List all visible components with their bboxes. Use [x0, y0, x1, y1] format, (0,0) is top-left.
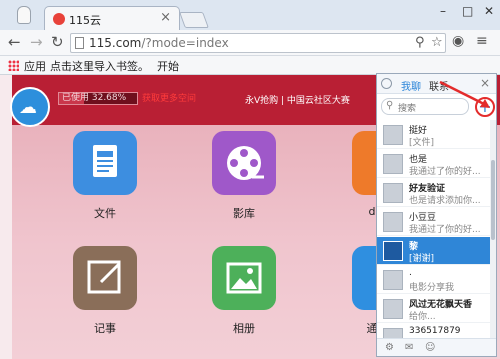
status-icon[interactable] [381, 78, 392, 89]
app-notes[interactable]: 记事 [73, 246, 137, 336]
app-label: 记事 [94, 322, 116, 335]
storage-usage-bar: 已使用 32.68% [58, 92, 138, 105]
extension-icon[interactable]: ◉ [452, 33, 464, 49]
conversation-item[interactable]: 黎 [谢谢] [377, 237, 490, 265]
chat-footer: ⚙ ✉ ☺ [377, 338, 496, 356]
conversation-preview: 也是请求添加你... [409, 196, 481, 206]
address-bar[interactable]: 115.com/?mode=index ⚲ ☆ [70, 33, 446, 53]
minimize-icon[interactable]: – [440, 4, 446, 18]
annotation-arrow [439, 80, 490, 108]
avatar [383, 299, 403, 319]
upgrade-link[interactable]: 获取更多空间 [142, 91, 196, 104]
bookmark-apps[interactable]: 应用 [24, 58, 46, 74]
bookmark-star-icon[interactable]: ☆ [431, 35, 443, 50]
profile-icon[interactable] [17, 6, 31, 24]
conversation-name: . [409, 268, 412, 278]
conversation-item[interactable]: 挺好 [文件] [377, 121, 490, 149]
scroll-thumb[interactable] [491, 160, 495, 240]
new-tab-button[interactable] [179, 12, 209, 28]
settings-icon[interactable]: ⚙ [385, 342, 394, 353]
conversation-preview: 给你... [409, 312, 436, 322]
bookmark-import[interactable]: 点击这里导入书签。 [50, 58, 149, 74]
app-files[interactable]: 文件 [73, 131, 137, 221]
conversation-preview: [谢谢] [409, 254, 435, 264]
film-reel-icon [212, 131, 276, 195]
storage-usage-text: 已使用 32.68% [62, 93, 127, 103]
tab-title: 115云 [69, 14, 101, 27]
forward-icon[interactable]: → [30, 33, 43, 51]
search-icon: ⚲ [386, 100, 394, 111]
conversation-preview: 我通过了你的好... [409, 225, 481, 235]
picture-icon [212, 246, 276, 310]
url-host: 115.com [89, 36, 142, 50]
chat-scrollbar[interactable] [490, 120, 496, 356]
bookmark-start[interactable]: 开始 [157, 58, 179, 74]
avatar [383, 154, 403, 174]
conversation-item[interactable]: 好友验证 也是请求添加你... [377, 179, 490, 207]
left-decoration [0, 75, 12, 359]
url-path: /?mode=index [141, 36, 229, 50]
avatar [383, 270, 403, 290]
close-window-icon[interactable]: ✕ [484, 4, 494, 18]
page-icon [75, 37, 84, 49]
group-icon[interactable]: ☺ [425, 342, 435, 353]
zoom-icon[interactable]: ⚲ [415, 35, 425, 50]
tab-close-icon[interactable]: × [160, 10, 171, 25]
conversation-preview: [文件] [409, 138, 435, 148]
promo-banner[interactable]: 永V抢购 | 中国云社区大赛 [245, 93, 350, 106]
tab-mine[interactable]: 我聊 [401, 78, 421, 93]
conversation-item[interactable]: 也是 我通过了你的好... [377, 150, 490, 178]
avatar [383, 125, 403, 145]
browser-titlebar: 115云 × – □ ✕ [0, 0, 500, 30]
browser-toolbar: ← → ↻ 115.com/?mode=index ⚲ ☆ ◉ ≡ [0, 30, 500, 56]
tab-favicon-icon [53, 13, 65, 25]
avatar [383, 241, 403, 261]
reload-icon[interactable]: ↻ [51, 33, 64, 51]
app-label: 相册 [233, 322, 255, 335]
app-photos[interactable]: 相册 [212, 246, 276, 336]
conversation-preview: 我通过了你的好... [409, 167, 481, 177]
browser-tab[interactable]: 115云 × [44, 6, 180, 30]
url-text: 115.com/?mode=index [89, 36, 229, 50]
notepad-icon [73, 246, 137, 310]
menu-icon[interactable]: ≡ [476, 33, 488, 49]
conversation-item[interactable]: . 电影分享我 [377, 266, 490, 294]
app-movies[interactable]: 影库 [212, 131, 276, 221]
apps-grid-icon[interactable] [8, 60, 19, 71]
message-icon[interactable]: ✉ [405, 342, 413, 353]
search-placeholder: 搜索 [398, 104, 417, 114]
app-label: 影库 [233, 207, 255, 220]
back-icon[interactable]: ← [8, 33, 21, 51]
avatar [383, 212, 403, 232]
chat-panel: 我聊 联系 × ⚲ 搜索 + 挺好[文件]也是我通过了你的好...好友验证也是请… [376, 73, 497, 357]
conversation-preview: 电影分享我 [409, 283, 455, 293]
maximize-icon[interactable]: □ [462, 4, 473, 18]
conversation-item[interactable]: 风过无花飘天香 给你... [377, 295, 490, 323]
conversation-item[interactable]: 小豆豆 我通过了你的好... [377, 208, 490, 236]
cloud-logo-icon[interactable]: ☁ [10, 87, 50, 127]
avatar [383, 183, 403, 203]
conversation-name: 336517879 [409, 326, 461, 336]
document-icon [73, 131, 137, 195]
app-label: 文件 [94, 207, 116, 220]
